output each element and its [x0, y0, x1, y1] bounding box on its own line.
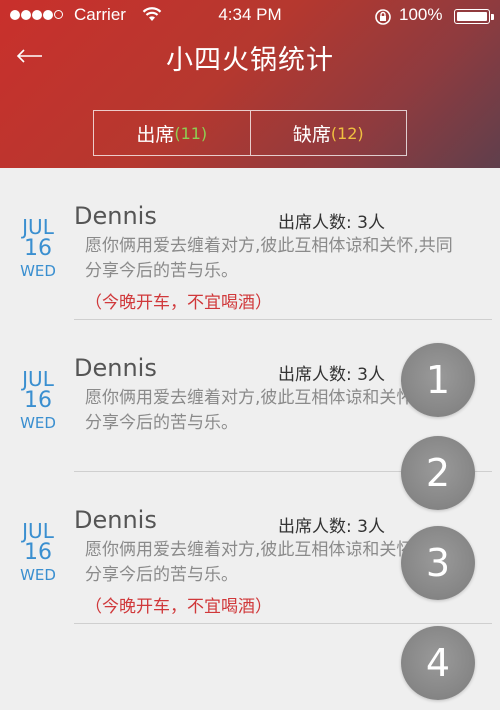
note-text: （今晚开车，不宜喝酒）: [85, 293, 272, 313]
date-day: 16: [24, 388, 52, 413]
floating-button-2[interactable]: 2: [401, 436, 475, 510]
tab-attend-label: 出席: [136, 123, 175, 146]
date-block: JUL 16 WED: [10, 520, 66, 586]
guest-name: Dennis: [74, 506, 157, 534]
segmented-tabs: 出席 (11) 缺席 (12): [93, 110, 407, 156]
date-month: JUL: [22, 367, 54, 391]
tab-absent[interactable]: 缺席 (12): [249, 111, 407, 155]
floating-button-1[interactable]: 1: [401, 343, 475, 417]
battery-percentage: 100%: [399, 5, 443, 24]
date-block: JUL 16 WED: [10, 216, 66, 282]
note-text: （今晚开车，不宜喝酒）: [85, 597, 272, 617]
guest-name: Dennis: [74, 202, 157, 230]
date-month: JUL: [22, 519, 54, 543]
battery-icon: [454, 9, 494, 24]
rotation-lock-icon: [375, 9, 391, 25]
date-weekday: WED: [20, 566, 56, 584]
date-day: 16: [24, 236, 52, 261]
date-month: JUL: [22, 215, 54, 239]
status-bar: Carrier 4:34 PM 100%: [0, 0, 500, 32]
date-day: 16: [24, 540, 52, 565]
list-item[interactable]: JUL 16 WED Dennis 出席人数: 3人 愿你俩用爱去缠着对方,彼此…: [0, 168, 500, 320]
tab-attend-count: (11): [174, 123, 208, 143]
date-block: JUL 16 WED: [10, 368, 66, 434]
floating-button-4[interactable]: 4: [401, 626, 475, 700]
header: Carrier 4:34 PM 100% 小四火锅统计 出席 (11) 缺席 (12…: [0, 0, 500, 168]
tab-absent-label: 缺席: [292, 123, 331, 146]
page-title: 小四火锅统计: [166, 45, 334, 76]
tab-attend[interactable]: 出席 (11): [94, 111, 250, 155]
tab-absent-count: (12): [330, 123, 364, 143]
attendance-count: 出席人数: 3人: [278, 213, 385, 233]
guest-name: Dennis: [74, 354, 157, 382]
attendance-count: 出席人数: 3人: [278, 365, 385, 385]
message-text: 愿你俩用爱去缠着对方,彼此互相体谅和关怀,共同分享今后的苦与乐。: [85, 236, 453, 281]
divider: [74, 623, 492, 624]
attendance-count: 出席人数: 3人: [278, 517, 385, 537]
floating-button-3[interactable]: 3: [401, 526, 475, 600]
date-weekday: WED: [20, 414, 56, 432]
date-weekday: WED: [20, 262, 56, 280]
